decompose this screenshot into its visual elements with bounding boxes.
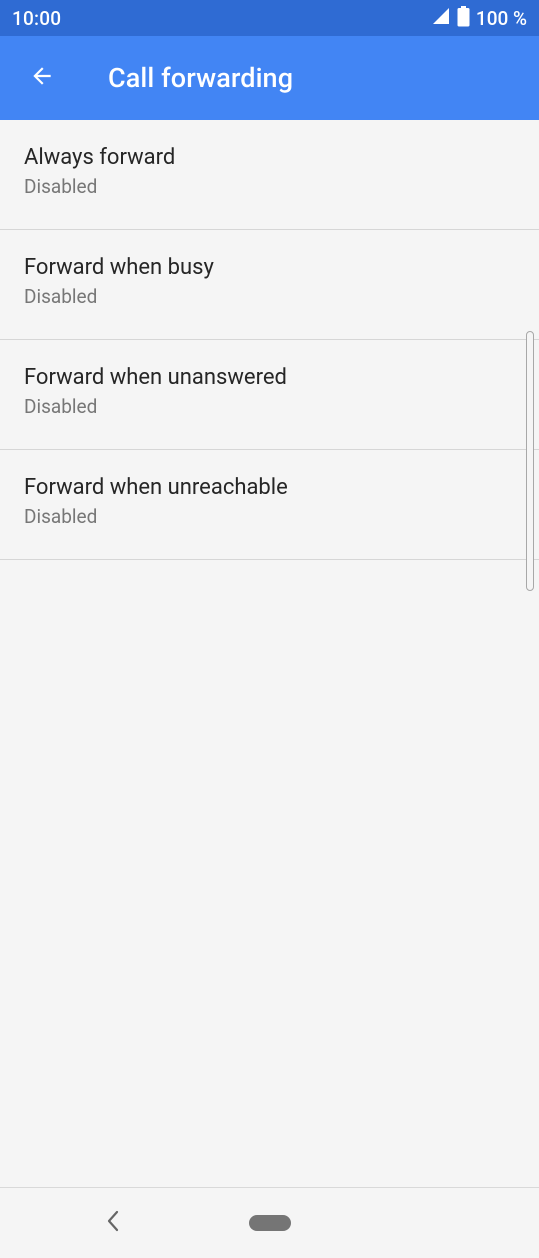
navigation-bar	[0, 1187, 539, 1258]
nav-back-button[interactable]	[98, 1208, 128, 1238]
call-forwarding-list: Always forward Disabled Forward when bus…	[0, 120, 539, 560]
list-item-summary: Disabled	[24, 505, 98, 528]
battery-percent: 100 %	[475, 6, 527, 30]
list-item-forward-when-unanswered[interactable]: Forward when unanswered Disabled	[0, 340, 539, 450]
home-pill-icon[interactable]	[249, 1215, 291, 1231]
page-title: Call forwarding	[108, 62, 294, 94]
list-item-forward-when-unreachable[interactable]: Forward when unreachable Disabled	[0, 450, 539, 560]
signal-icon	[431, 7, 451, 29]
back-button[interactable]	[0, 36, 84, 120]
list-item-summary: Disabled	[24, 395, 98, 418]
status-time: 10:00	[12, 6, 62, 30]
phone-screen: 10:00 100 % Call forwarding Always forwa…	[0, 0, 539, 1258]
list-item-title: Forward when unreachable	[24, 475, 288, 500]
status-bar: 10:00 100 %	[0, 0, 539, 36]
status-icons: 100 %	[431, 5, 527, 31]
list-item-title: Forward when unanswered	[24, 365, 287, 390]
list-item-forward-when-busy[interactable]: Forward when busy Disabled	[0, 230, 539, 340]
app-bar: Call forwarding	[0, 36, 539, 120]
list-item-summary: Disabled	[24, 175, 98, 198]
list-item-title: Always forward	[24, 145, 176, 170]
scrollbar[interactable]	[526, 331, 534, 591]
battery-icon	[457, 5, 470, 31]
list-item-title: Forward when busy	[24, 255, 214, 280]
list-item-always-forward[interactable]: Always forward Disabled	[0, 120, 539, 230]
nav-back-icon	[105, 1209, 121, 1237]
arrow-back-icon	[29, 63, 55, 93]
list-item-summary: Disabled	[24, 285, 98, 308]
